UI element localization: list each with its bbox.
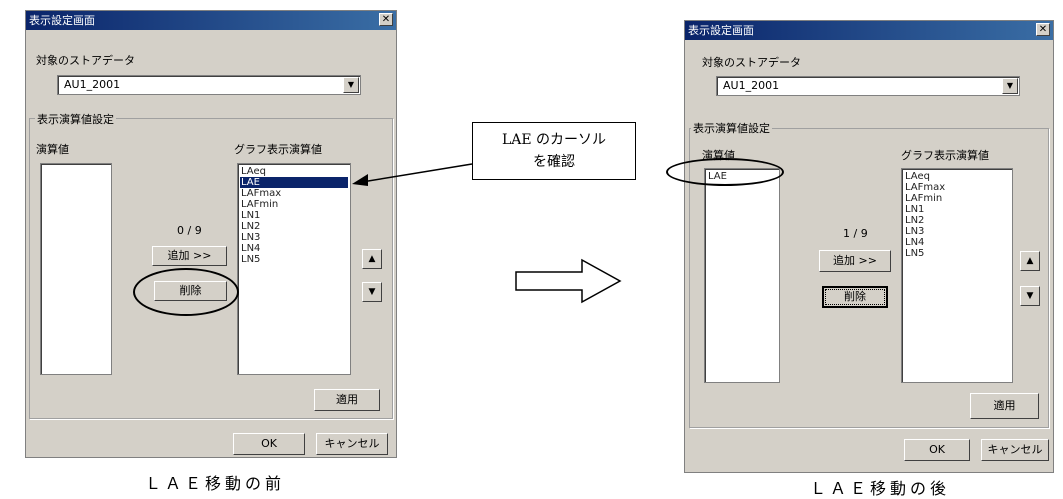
dialog-title: 表示設定画面	[688, 24, 754, 37]
available-values-list[interactable]: LAE	[704, 168, 780, 383]
list-item[interactable]: LN5	[240, 254, 348, 265]
list-item[interactable]: LN2	[904, 215, 1010, 226]
list-item[interactable]: LAFmax	[904, 182, 1010, 193]
chevron-down-icon[interactable]: ▼	[1002, 78, 1018, 94]
dialog-title: 表示設定画面	[29, 14, 95, 27]
cancel-button[interactable]: キャンセル	[981, 439, 1049, 461]
store-data-value: AU1_2001	[64, 78, 121, 91]
available-values-list[interactable]	[40, 163, 112, 375]
callout-line-2: を確認	[533, 154, 575, 170]
caption-after: ＬＡＥ移動の後	[810, 479, 951, 498]
list-item[interactable]: LAeq	[240, 166, 348, 177]
callout-line-1: LAE のカーソル	[501, 132, 607, 148]
item-count: 0 / 9	[177, 224, 202, 237]
annotation-callout: LAE のカーソル を確認	[472, 122, 636, 180]
highlight-ellipse-delete	[133, 268, 239, 316]
apply-button[interactable]: 適用	[314, 389, 380, 411]
delete-button[interactable]: 削除	[822, 286, 888, 308]
store-data-select[interactable]: AU1_2001 ▼	[57, 75, 361, 95]
ok-button[interactable]: OK	[904, 439, 970, 461]
item-count: 1 / 9	[843, 227, 868, 240]
chevron-down-icon[interactable]: ▼	[343, 77, 359, 93]
list-item[interactable]: LN4	[904, 237, 1010, 248]
list-item[interactable]: LN5	[904, 248, 1010, 259]
list-item[interactable]: LAFmin	[240, 199, 348, 210]
store-data-label: 対象のストアデータ	[36, 54, 135, 67]
arrow-pointer-icon	[352, 163, 473, 186]
list-item[interactable]: LAFmax	[240, 188, 348, 199]
caption-before: ＬＡＥ移動の前	[145, 474, 286, 493]
list-item[interactable]: LN1	[904, 204, 1010, 215]
left-list-label: 演算値	[36, 143, 69, 156]
list-item[interactable]: LN2	[240, 221, 348, 232]
add-button[interactable]: 追加 >>	[819, 250, 891, 272]
move-down-button[interactable]: ▼	[362, 282, 382, 302]
list-item[interactable]: LAFmin	[904, 193, 1010, 204]
group-title: 表示演算値設定	[691, 120, 772, 136]
dialog-after: 表示設定画面 ✕ 対象のストアデータ AU1_2001 ▼ 表示演算値設定 演算…	[684, 20, 1054, 473]
dialog-before: 表示設定画面 ✕ 対象のストアデータ AU1_2001 ▼ 表示演算値設定 演算…	[25, 10, 397, 458]
list-item[interactable]: LN1	[240, 210, 348, 221]
store-data-value: AU1_2001	[723, 79, 780, 92]
right-arrow-icon	[515, 258, 622, 304]
right-list-label: グラフ表示演算値	[234, 143, 322, 156]
add-button[interactable]: 追加 >>	[152, 246, 227, 266]
display-values-list[interactable]: LAeq LAFmax LAFmin LN1 LN2 LN3 LN4 LN5	[901, 168, 1013, 383]
display-values-list[interactable]: LAeq LAE LAFmax LAFmin LN1 LN2 LN3 LN4 LN5	[237, 163, 351, 375]
list-item[interactable]: LN3	[904, 226, 1010, 237]
list-item[interactable]: LN3	[240, 232, 348, 243]
store-data-select[interactable]: AU1_2001 ▼	[716, 76, 1020, 96]
list-item[interactable]: LAeq	[904, 171, 1010, 182]
ok-button[interactable]: OK	[233, 433, 305, 455]
move-down-button[interactable]: ▼	[1020, 286, 1040, 306]
move-up-button[interactable]: ▲	[1020, 251, 1040, 271]
right-list-label: グラフ表示演算値	[901, 149, 989, 162]
move-up-button[interactable]: ▲	[362, 249, 382, 269]
highlight-ellipse-lae	[666, 158, 784, 186]
group-title: 表示演算値設定	[35, 111, 116, 127]
list-item[interactable]: LAE	[240, 177, 348, 188]
store-data-label: 対象のストアデータ	[702, 56, 801, 69]
dialog-title-bar: 表示設定画面	[26, 11, 396, 30]
list-item[interactable]: LN4	[240, 243, 348, 254]
dialog-title-bar: 表示設定画面	[685, 21, 1053, 40]
close-icon[interactable]: ✕	[379, 13, 393, 26]
cancel-button[interactable]: キャンセル	[316, 433, 388, 455]
apply-button[interactable]: 適用	[970, 393, 1039, 419]
close-icon[interactable]: ✕	[1036, 23, 1050, 36]
